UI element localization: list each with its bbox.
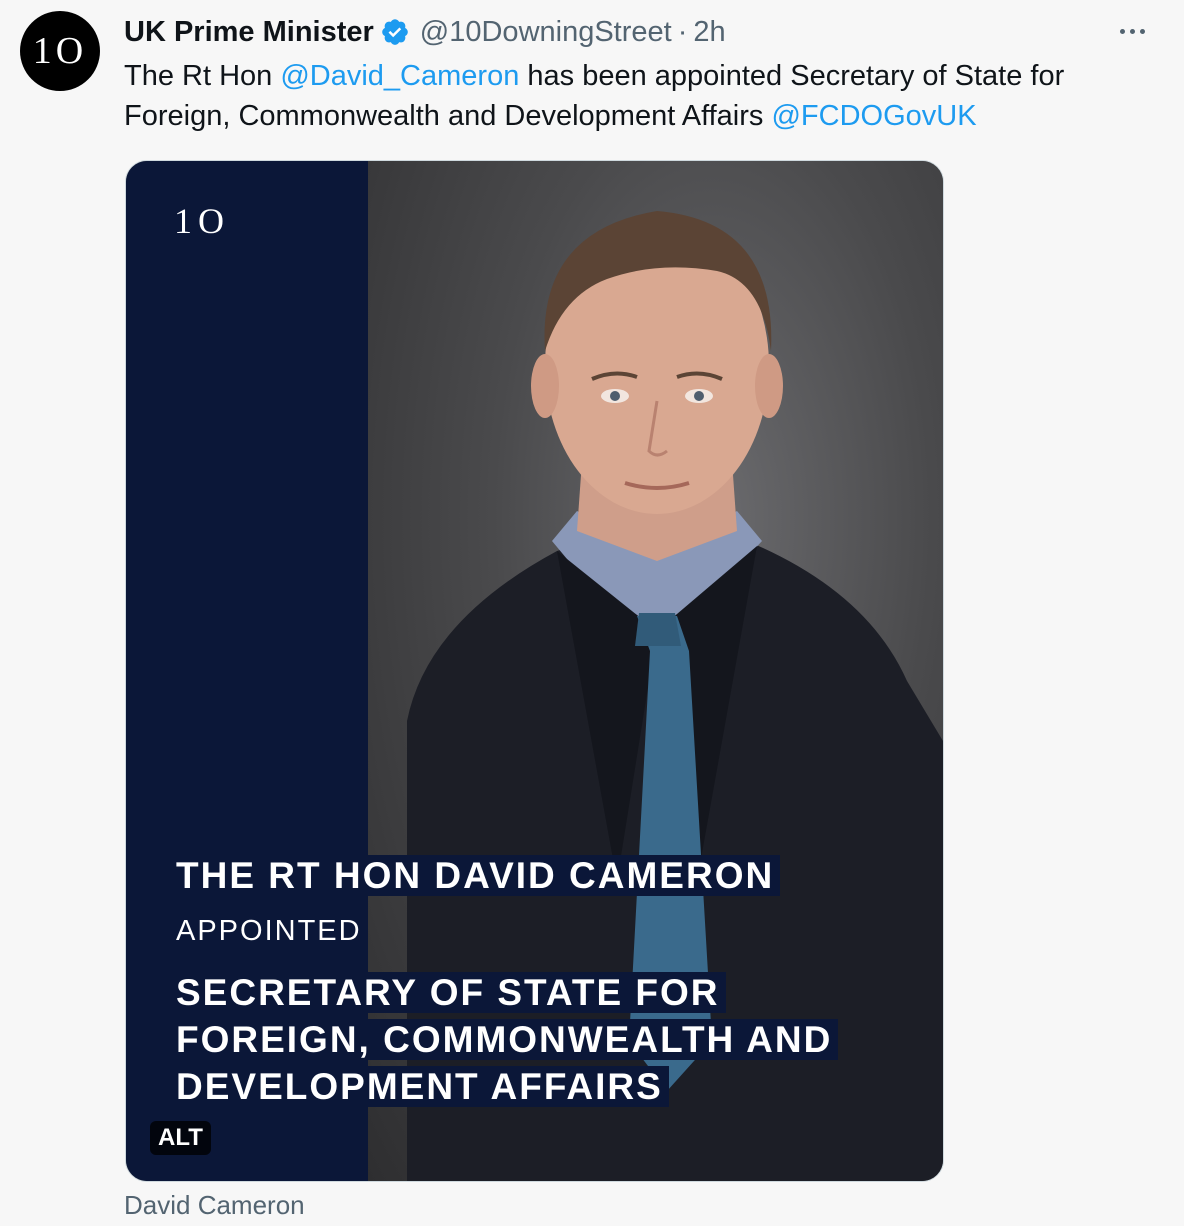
number-10-logo: 1O [174,201,230,241]
media-tag-label[interactable]: David Cameron [124,1190,305,1221]
tweet-header: UK Prime Minister @10DowningStreet · 2h [124,14,726,50]
tweet-text: The Rt Hon @David_Cameron has been appoi… [124,56,1164,136]
author-name[interactable]: UK Prime Minister [124,16,374,49]
author-handle[interactable]: @10DowningStreet [420,16,672,49]
tweet-text-part1: The Rt Hon [124,60,281,92]
avatar-logo-text: 1O [32,30,88,72]
more-options-icon[interactable] [1110,16,1154,46]
tweet-media-image[interactable]: 1O THE RT HON DAVID CAMERON APPOINTED SE… [125,160,944,1182]
graphic-role: SECRETARY OF STATE FOR FOREIGN, COMMONWE… [170,969,870,1110]
avatar[interactable]: 1O [20,11,100,91]
graphic-headline-text: THE RT HON DAVID CAMERON [170,855,781,896]
separator-dot: · [677,15,688,48]
mention-fcdogovuk[interactable]: @FCDOGovUK [771,100,976,132]
graphic-headline: THE RT HON DAVID CAMERON [170,851,781,901]
graphic-subhead: APPOINTED [176,915,362,947]
graphic-role-text: SECRETARY OF STATE FOR FOREIGN, COMMONWE… [170,972,839,1107]
verified-badge-icon[interactable] [380,17,410,47]
mention-david-cameron[interactable]: @David_Cameron [280,60,519,92]
timestamp[interactable]: 2h [693,16,725,49]
alt-text-badge[interactable]: ALT [150,1121,211,1155]
